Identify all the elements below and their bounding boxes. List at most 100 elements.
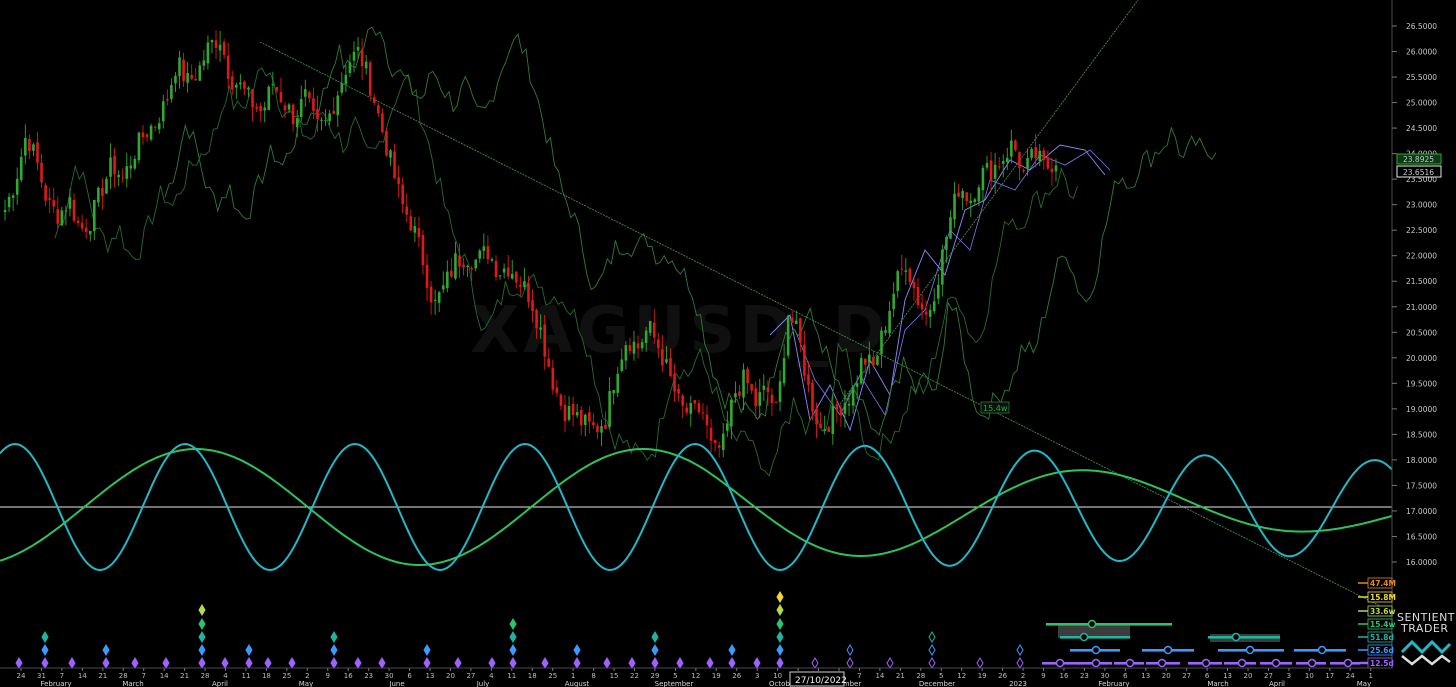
cycle-legend-label: 47.4M	[1370, 579, 1396, 588]
candle-up	[510, 273, 514, 279]
candle-down	[316, 109, 319, 120]
candle-up	[11, 195, 15, 198]
trough-diamond	[198, 631, 206, 643]
candle-down	[506, 267, 510, 277]
phasing-bar	[1208, 636, 1280, 639]
x-tick-label: 20	[1162, 672, 1171, 680]
candle-down	[222, 42, 226, 56]
candle-down	[588, 412, 591, 422]
candle-up	[170, 85, 173, 99]
trough-diamond	[776, 644, 784, 656]
candle-up	[295, 118, 299, 128]
x-tick-label: 6	[407, 672, 412, 680]
candle-down	[592, 422, 595, 426]
trough-diamond	[423, 644, 431, 656]
x-tick-label: 26	[998, 672, 1007, 680]
cycle-legend-label: 15.4w	[1370, 620, 1396, 629]
x-tick-label: 14	[875, 672, 884, 680]
candle-up	[896, 271, 900, 291]
candle-down	[36, 142, 39, 163]
x-tick-label: 14	[160, 672, 169, 680]
candle-up	[1030, 148, 1033, 158]
candle-up	[665, 359, 668, 363]
candle-up	[19, 156, 23, 181]
candle-down	[920, 303, 924, 310]
candle-up	[855, 383, 859, 387]
candle-up	[239, 82, 242, 85]
candle-down	[819, 424, 822, 429]
candle-up	[133, 158, 137, 169]
downtrend-line	[259, 41, 1393, 613]
candle-up	[328, 113, 331, 122]
candle-up	[348, 62, 352, 73]
candle-down	[1014, 140, 1017, 151]
x-month-label: August	[565, 680, 590, 687]
x-month-label: March	[122, 680, 143, 687]
candle-down	[766, 387, 770, 392]
cycle-legend-label: 15.8M	[1370, 593, 1396, 602]
candle-down	[571, 403, 575, 415]
x-tick-label: 24	[17, 672, 26, 680]
candle-down	[669, 357, 672, 377]
candle-down	[681, 395, 684, 406]
trough-diamond	[886, 657, 894, 669]
x-tick-label: 28	[916, 672, 925, 680]
trough-diamond	[454, 657, 462, 669]
candle-down	[563, 404, 567, 422]
y-tick-label: 24.5000	[1406, 124, 1437, 133]
candle-up	[364, 61, 368, 69]
x-month-label: February	[1098, 680, 1129, 687]
candle-up	[648, 321, 652, 333]
candle-down	[214, 40, 218, 48]
fld-lines	[54, 26, 1217, 477]
candle-up	[794, 320, 798, 324]
candle-down	[579, 409, 583, 426]
price-candles	[3, 30, 1058, 458]
logo-line2: TRADER	[1400, 622, 1449, 635]
trough-diamond	[676, 657, 684, 669]
trough-diamond	[651, 657, 659, 669]
trough-diamond	[245, 644, 253, 656]
trough-diamond	[41, 657, 49, 669]
candle-down	[811, 382, 814, 412]
candle-up	[689, 402, 693, 414]
candle-down	[275, 87, 279, 91]
candle-up	[892, 293, 895, 310]
phasing-bar-center	[1055, 658, 1065, 668]
candle-up	[1038, 150, 1042, 162]
candle-up	[831, 405, 835, 435]
phasing-bar-center	[1079, 632, 1089, 642]
phasing-bar-center	[1087, 619, 1097, 629]
candle-up	[446, 271, 449, 289]
candle-down	[251, 89, 254, 108]
phasing-bar	[1046, 623, 1172, 626]
candle-down	[1018, 152, 1021, 168]
candle-down	[799, 318, 802, 343]
candle-down	[965, 192, 969, 201]
y-tick-label: 26.0000	[1406, 48, 1437, 57]
x-tick-label: 1	[1368, 672, 1372, 680]
candle-up	[109, 157, 112, 177]
trough-diamond	[162, 657, 170, 669]
x-tick-label: 10	[1305, 672, 1314, 680]
x-tick-label: 19	[712, 672, 721, 680]
candle-up	[441, 285, 445, 290]
x-tick-label: 23	[1080, 672, 1089, 680]
candle-up	[624, 345, 628, 361]
candle-up	[482, 246, 486, 251]
candle-up	[161, 101, 165, 122]
candle-down	[393, 151, 396, 179]
x-tick-label: 9	[1041, 672, 1045, 680]
candle-down	[48, 198, 51, 200]
x-tick-label: 9	[326, 672, 330, 680]
candle-down	[531, 300, 534, 312]
candle-down	[279, 91, 283, 103]
candle-up	[129, 165, 133, 169]
candle-up	[502, 268, 506, 273]
x-tick-label: 3	[755, 672, 759, 680]
candle-down	[381, 113, 384, 133]
candle-down	[494, 260, 498, 277]
candle-down	[701, 412, 705, 414]
trough-diamond	[198, 618, 206, 630]
candle-down	[28, 139, 31, 152]
